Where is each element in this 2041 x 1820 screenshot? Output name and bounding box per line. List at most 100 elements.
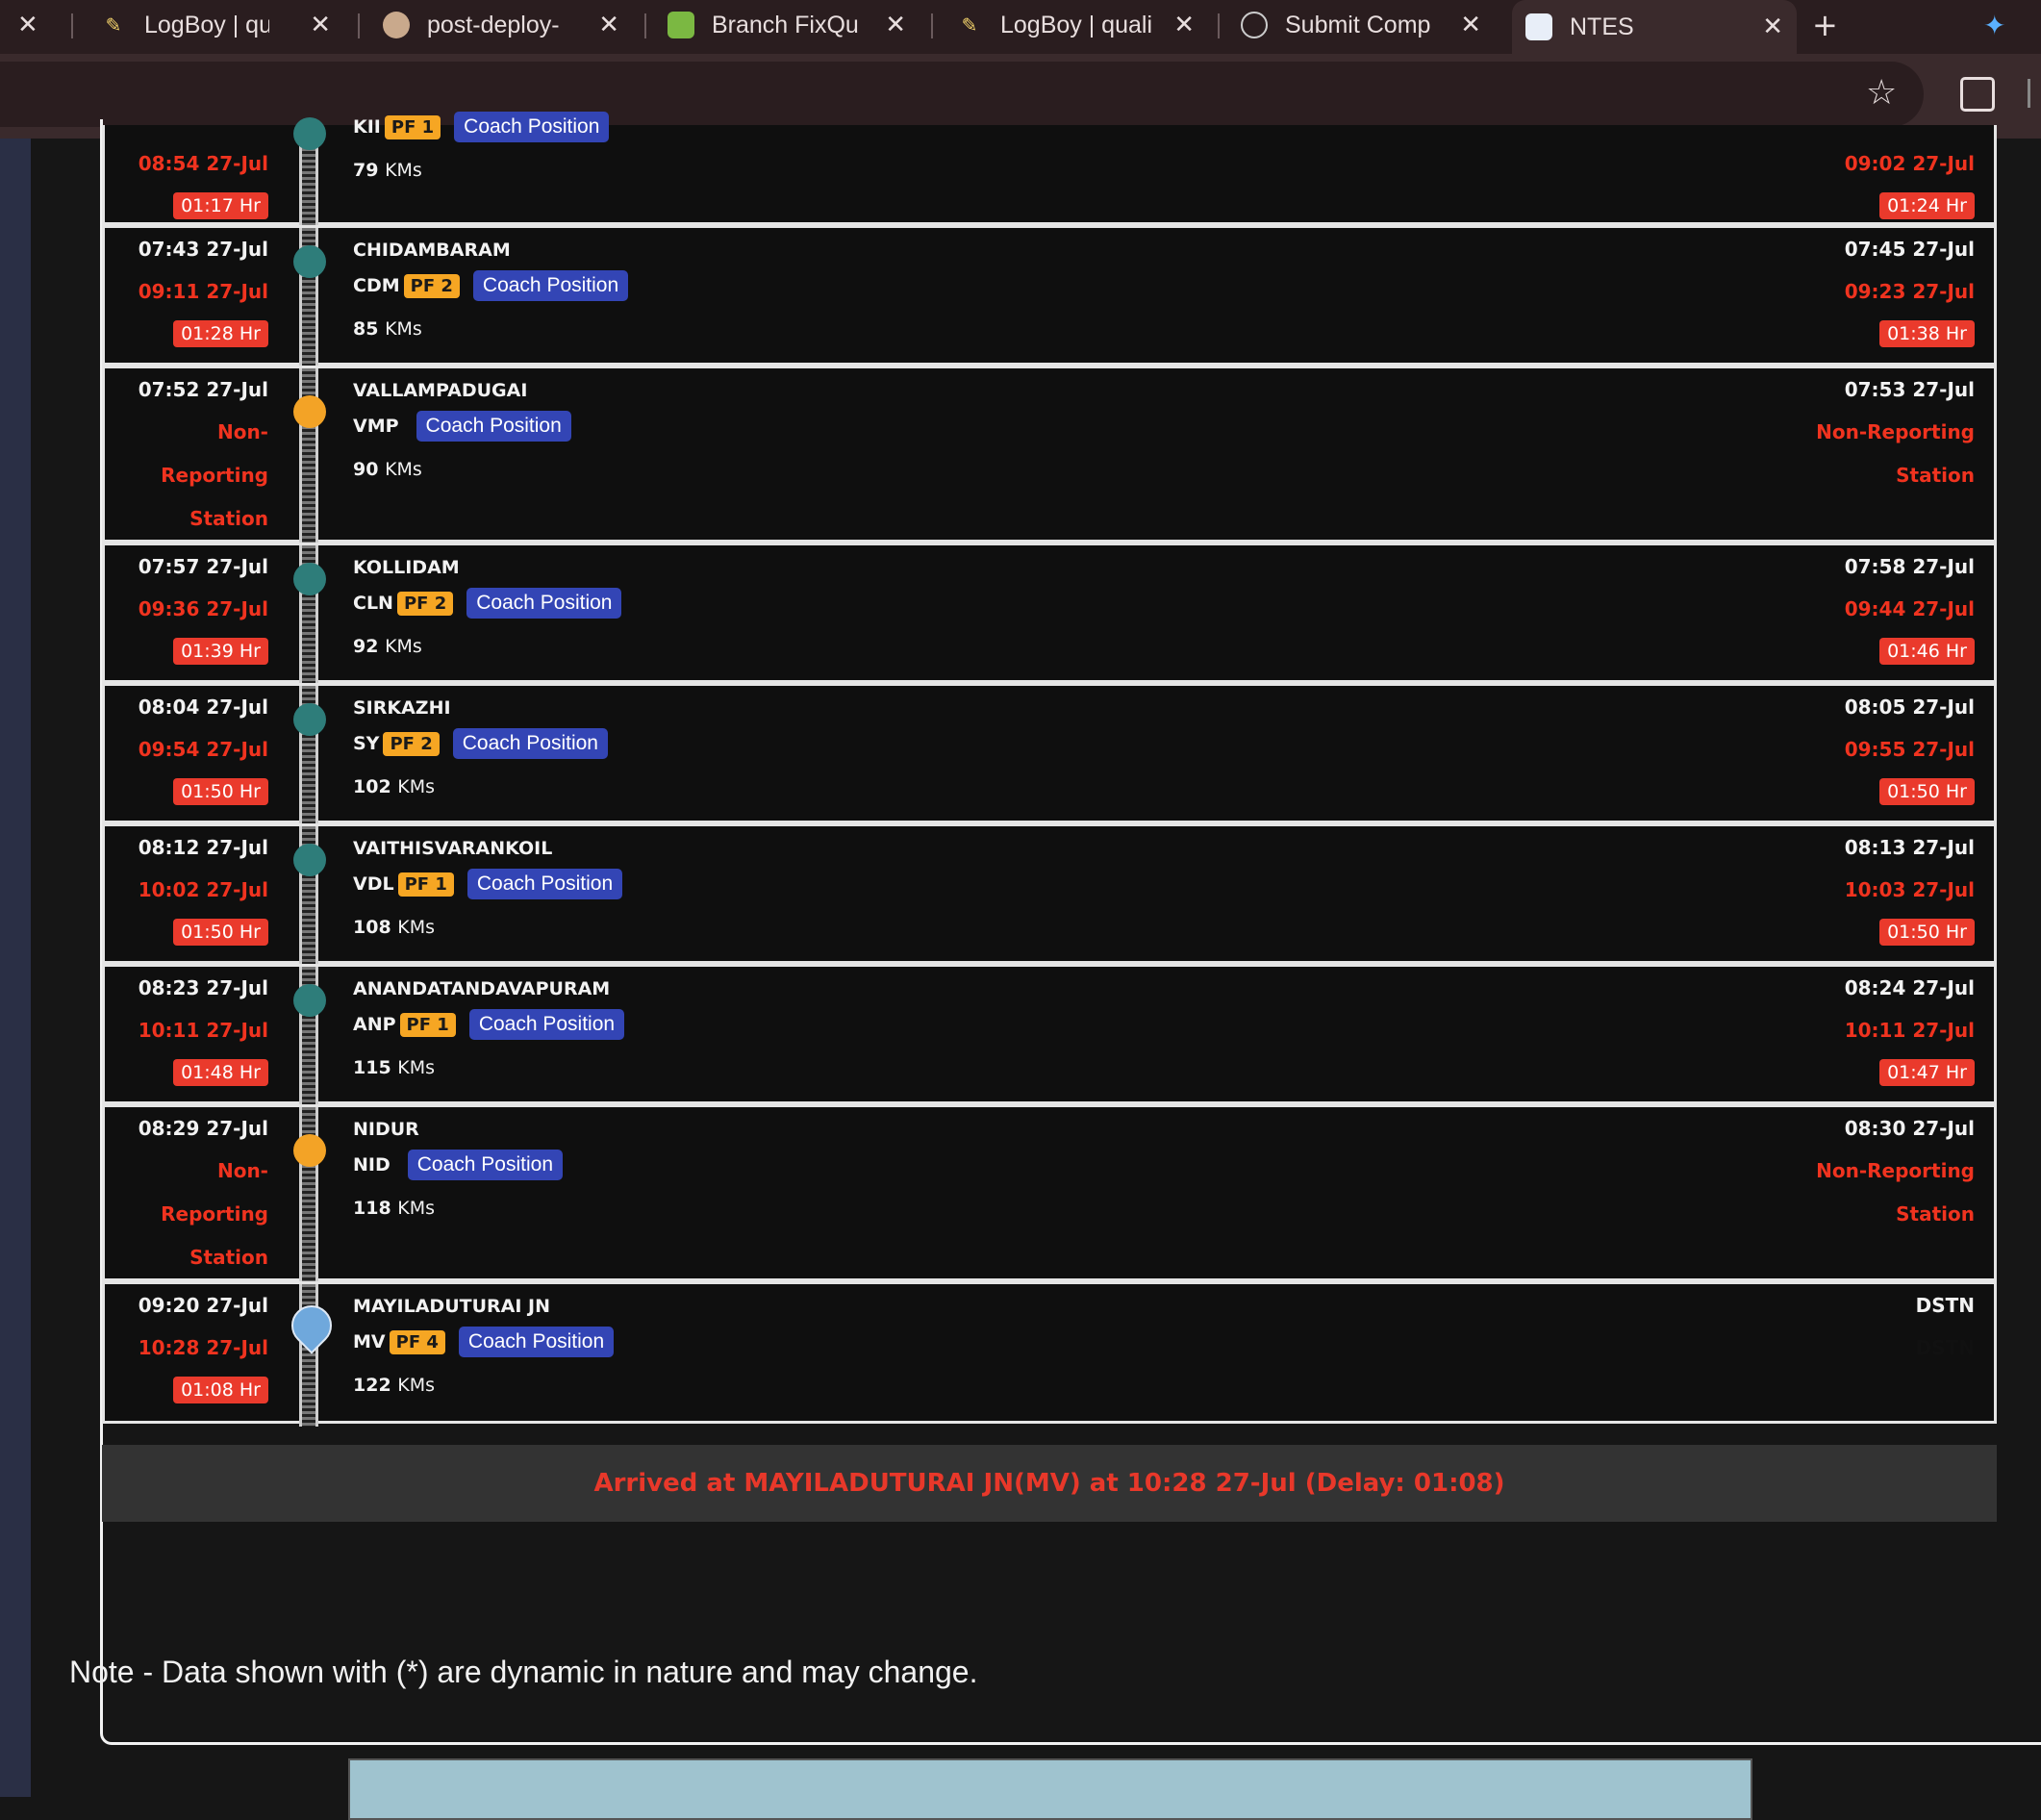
coach-position-button[interactable]: Coach Position	[407, 1150, 563, 1180]
close-icon[interactable]: ✕	[310, 0, 331, 50]
distance-unit: KMs	[397, 1375, 436, 1396]
globe-icon	[1241, 12, 1268, 38]
coach-position-button[interactable]: Coach Position	[416, 411, 571, 442]
platform-badge: PF 1	[397, 872, 454, 897]
tab-separator	[358, 13, 360, 38]
platform-badge: PF 2	[403, 274, 460, 298]
scheduled-arrival: 07:43 27-Jul	[138, 238, 268, 261]
coach-position-button[interactable]: Coach Position	[452, 728, 608, 759]
tab-logboy-1[interactable]: ✎ LogBoy | qual ✕	[100, 0, 331, 50]
distance-unit: KMs	[385, 636, 422, 657]
station-info: ANANDATANDAVAPURAM ANP PF 1 Coach Position 1…	[353, 978, 625, 1078]
hidden-departure: DSTN	[1915, 1336, 1975, 1359]
delay-text: 01:08 Hr	[173, 1377, 268, 1403]
coach-position-button[interactable]: Coach Position	[468, 1009, 625, 1040]
station-info: CHIDAMBARAM CDM PF 2 Coach Position 85 KMs	[353, 240, 629, 340]
station-row: 08:04 27-Jul 09:54 27-Jul 01:50 Hr SIRKAZHI…	[102, 683, 1997, 826]
scheduled-departure: 08:30 27-Jul	[1844, 1117, 1975, 1140]
scheduled-arrival: 08:23 27-Jul	[138, 976, 268, 999]
actual-arrival: 10:11 27-Jul	[138, 1019, 268, 1042]
actual-departure: 10:03 27-Jul	[1844, 878, 1975, 901]
close-icon[interactable]: ✕	[1173, 0, 1195, 50]
station-info: VALLAMPADUGAI VMP Coach Position 90 KMs	[353, 380, 571, 480]
scheduled-arrival: 07:57 27-Jul	[138, 555, 268, 578]
tab-title: Submit Comp	[1285, 11, 1431, 38]
non-reporting-label: Station	[189, 1246, 268, 1269]
tab-title: NTES	[1570, 13, 1634, 40]
station-row: 07:52 27-Jul Non- Reporting Station VALLAMPA…	[102, 366, 1997, 545]
delay-text: 01:46 Hr	[1879, 638, 1975, 665]
coach-position-button[interactable]: Coach Position	[466, 869, 623, 899]
station-code: CLN	[353, 593, 393, 614]
scheduled-arrival: 08:29 27-Jul	[138, 1117, 268, 1140]
departure-delay-badge: 01:47 Hr	[1879, 1059, 1975, 1086]
tab-branch-fixqu[interactable]: Branch FixQu ✕	[668, 0, 906, 50]
tab-post-deploy[interactable]: post-deploy- ✕	[383, 0, 619, 50]
station-row: 07:57 27-Jul 09:36 27-Jul 01:39 Hr KOLLIDAM…	[102, 543, 1997, 686]
station-info: NIDUR NID Coach Position 118 KMs	[353, 1119, 563, 1219]
distance-value: 115	[353, 1057, 391, 1078]
station-name: VAITHISVARANKOIL	[353, 838, 553, 859]
distance-unit: KMs	[397, 1057, 436, 1078]
actual-arrival: 09:36 27-Jul	[138, 597, 268, 620]
bookmark-star-icon[interactable]: ☆	[1866, 73, 1897, 113]
station-code: VDL	[353, 873, 394, 895]
distance-unit: KMs	[397, 1198, 436, 1219]
distance-km: 118 KMs	[353, 1198, 563, 1219]
distance-unit: KMs	[385, 160, 422, 181]
advertisement-banner[interactable]	[348, 1758, 1752, 1820]
coach-position-button[interactable]: Coach Position	[454, 112, 610, 142]
station-row: 08:29 27-Jul Non- Reporting Station NIDUR NID…	[102, 1104, 1997, 1284]
distance-value: 122	[353, 1375, 391, 1396]
delay-text: 01:17 Hr	[173, 192, 268, 219]
new-tab-button[interactable]: +	[1812, 0, 1851, 50]
non-reporting-label: Reporting	[161, 1202, 268, 1226]
avatar-icon	[383, 12, 410, 38]
close-icon[interactable]: ✕	[885, 0, 906, 50]
pencil-icon: ✎	[961, 13, 978, 37]
close-icon[interactable]: ✕	[598, 0, 619, 50]
distance-value: 85	[353, 318, 379, 340]
arrival-delay-badge: 01:28 Hr	[173, 320, 268, 347]
extensions-icon[interactable]	[1960, 77, 1995, 112]
delay-text: 01:24 Hr	[1879, 192, 1975, 219]
station-marker	[293, 984, 326, 1017]
distance-value: 108	[353, 917, 391, 938]
ntes-icon	[1525, 13, 1552, 40]
tab-submit-comp[interactable]: Submit Comp ✕	[1241, 0, 1481, 50]
scheduled-arrival: 08:04 27-Jul	[138, 695, 268, 719]
departure-delay-badge: 01:38 Hr	[1879, 320, 1975, 347]
coach-position-button[interactable]: Coach Position	[466, 588, 622, 619]
close-icon[interactable]: ✕	[1762, 0, 1783, 54]
tab-ntes[interactable]: NTES ✕	[1512, 0, 1797, 54]
close-icon[interactable]: ✕	[1460, 0, 1481, 50]
station-name: MAYILADUTURAI JN	[353, 1296, 551, 1317]
non-reporting-label: Non-Reporting	[1816, 420, 1975, 443]
close-icon[interactable]: ✕	[17, 0, 38, 50]
distance-value: 118	[353, 1198, 391, 1219]
non-reporting-label: Reporting	[161, 464, 268, 487]
tab-strip: ✕ ✎ LogBoy | qual ✕ post-deploy- ✕ Branc…	[0, 0, 2041, 54]
coach-position-button[interactable]: Coach Position	[472, 270, 629, 301]
non-reporting-label: Non-Reporting	[1816, 1159, 1975, 1182]
gemini-icon[interactable]: ✦	[1983, 0, 2022, 50]
coach-position-button[interactable]: Coach Position	[458, 1327, 615, 1357]
tab-close-partial[interactable]: ✕	[17, 0, 46, 50]
distance-km: 102 KMs	[353, 776, 608, 797]
distance-km: 79 KMs	[353, 160, 609, 181]
station-info: VAITHISVARANKOIL VDL PF 1 Coach Position 108…	[353, 838, 623, 938]
arrival-delay-badge: 01:39 Hr	[173, 638, 268, 665]
platform-badge: PF 1	[384, 115, 441, 139]
distance-km: 85 KMs	[353, 318, 628, 340]
tab-logboy-2[interactable]: ✎ LogBoy | quali ✕	[956, 0, 1195, 50]
delay-text: 01:48 Hr	[173, 1059, 268, 1086]
arrival-delay-badge: 01:50 Hr	[173, 778, 268, 805]
delay-text: 01:50 Hr	[1879, 919, 1975, 946]
address-bar[interactable]	[0, 62, 1924, 127]
scheduled-departure: 07:58 27-Jul	[1844, 555, 1975, 578]
non-reporting-marker	[293, 395, 326, 428]
actual-arrival: 08:54 27-Jul	[138, 152, 268, 175]
actual-arrival: 09:11 27-Jul	[138, 280, 268, 303]
actual-arrival: 10:02 27-Jul	[138, 878, 268, 901]
toolbar-separator	[2028, 79, 2030, 108]
